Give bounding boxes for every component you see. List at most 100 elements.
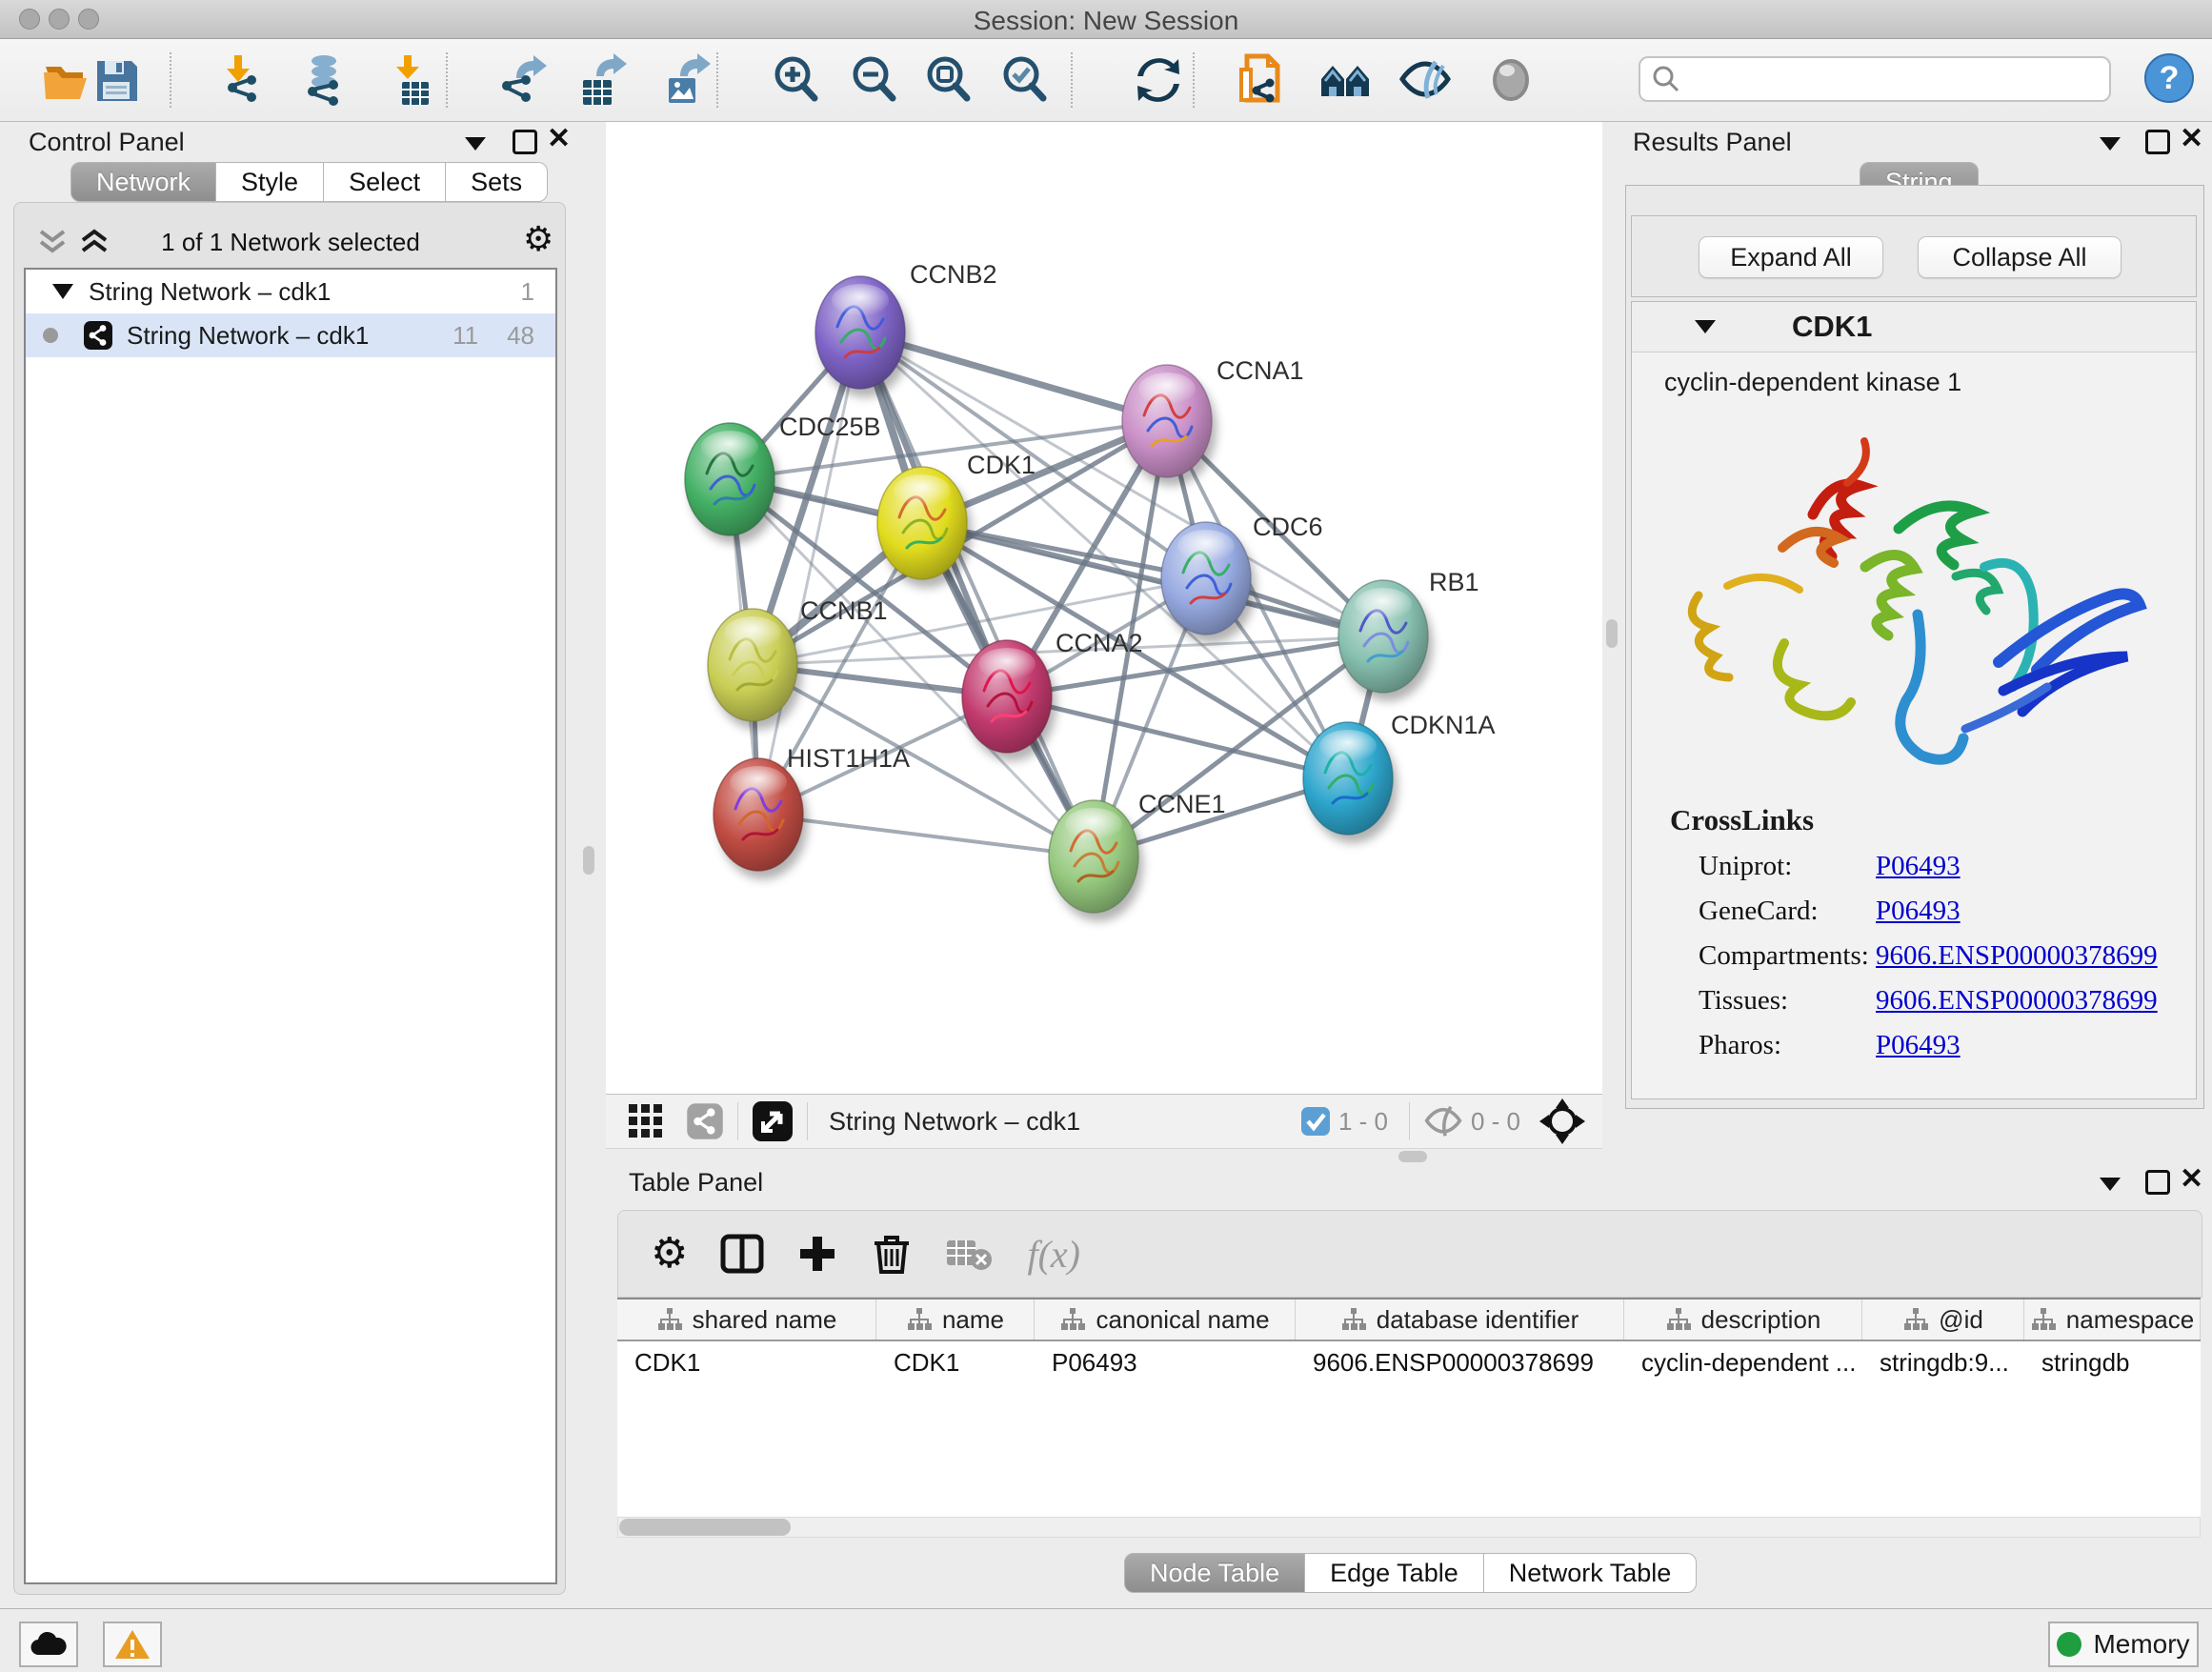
network-node-ccnb2[interactable]: CCNB2 <box>815 260 997 397</box>
float-panel-icon[interactable] <box>465 137 486 151</box>
tab-sets[interactable]: Sets <box>446 162 548 202</box>
column-header-namespace[interactable]: namespace <box>2024 1299 2201 1340</box>
table-options-gear-icon[interactable]: ⚙ <box>651 1233 688 1275</box>
search-field[interactable] <box>1639 56 2111 102</box>
export-network-icon[interactable] <box>495 50 553 110</box>
table-horizontal-scrollbar[interactable] <box>617 1517 2201 1538</box>
table-cell[interactable]: 9606.ENSP00000378699 <box>1296 1341 1624 1383</box>
tab-node-table[interactable]: Node Table <box>1124 1553 1305 1593</box>
network-canvas[interactable]: CCNB2CCNA1CDC25BCDK1CDC6RB1CCNB1CCNA2CDK… <box>606 122 1602 1094</box>
table-cell[interactable]: stringdb <box>2024 1341 2201 1383</box>
network-node-cdc6[interactable]: CDC6 <box>1161 513 1323 643</box>
column-header-description[interactable]: description <box>1624 1299 1862 1340</box>
table-row[interactable]: CDK1CDK1P064939606.ENSP00000378699cyclin… <box>617 1341 2201 1383</box>
table-cell[interactable]: P06493 <box>1035 1341 1296 1383</box>
eye-slash-icon[interactable] <box>1397 50 1454 110</box>
float-panel-icon[interactable] <box>2100 137 2121 151</box>
selected-checkbox-icon[interactable] <box>1300 1106 1331 1137</box>
memory-button[interactable]: Memory <box>2048 1622 2199 1667</box>
grid-view-icon[interactable] <box>627 1102 665 1140</box>
import-network-file-icon[interactable] <box>217 50 274 110</box>
hidden-eye-icon[interactable] <box>1423 1105 1463 1138</box>
vertical-splitter-handle[interactable] <box>583 846 594 875</box>
maximize-panel-icon[interactable] <box>513 130 537 154</box>
string-home-icon[interactable] <box>1317 50 1374 110</box>
tab-network[interactable]: Network <box>70 162 216 202</box>
collapse-all-button[interactable]: Collapse All <box>1918 236 2122 278</box>
table-cell[interactable]: cyclin-dependent ... <box>1624 1341 1862 1383</box>
tab-style[interactable]: Style <box>216 162 324 202</box>
glass-ball-icon[interactable] <box>1482 50 1539 110</box>
table-cell[interactable]: CDK1 <box>617 1341 876 1383</box>
close-panel-icon[interactable]: ✕ <box>2180 122 2203 155</box>
float-panel-icon[interactable] <box>2100 1178 2121 1191</box>
tab-edge-table[interactable]: Edge Table <box>1305 1553 1484 1593</box>
crosslink-link[interactable]: 9606.ENSP00000378699 <box>1876 985 2158 1017</box>
network-node-ccnb1[interactable]: CCNB1 <box>708 596 888 730</box>
table-scrollbar-thumb[interactable] <box>619 1519 791 1536</box>
zoom-in-icon[interactable] <box>768 50 825 110</box>
document-share-icon[interactable] <box>1235 50 1292 110</box>
table-cell[interactable]: CDK1 <box>876 1341 1035 1383</box>
expand-all-chevron-icon[interactable] <box>79 228 121 256</box>
network-view-icon[interactable] <box>686 1102 724 1140</box>
network-collection-row[interactable]: String Network – cdk1 1 <box>26 270 555 313</box>
collection-expand-icon[interactable] <box>52 284 73 299</box>
vertical-splitter-handle[interactable] <box>1606 619 1618 648</box>
network-node-ccne1[interactable]: CCNE1 <box>1049 790 1226 921</box>
crosslink-link[interactable]: 9606.ENSP00000378699 <box>1876 940 2158 972</box>
export-table-icon[interactable] <box>573 50 631 110</box>
network-options-gear-icon[interactable]: ⚙ <box>523 222 553 256</box>
network-edge[interactable] <box>758 332 860 815</box>
zoom-out-icon[interactable] <box>846 50 903 110</box>
column-header-name[interactable]: name <box>876 1299 1035 1340</box>
maximize-panel-icon[interactable] <box>2145 130 2170 154</box>
collapse-all-chevron-icon[interactable] <box>37 228 79 256</box>
network-node-cdc25b[interactable]: CDC25B <box>685 413 881 544</box>
column-header-shared-name[interactable]: shared name <box>617 1299 876 1340</box>
crosslink-link[interactable]: P06493 <box>1876 1030 1961 1061</box>
column-header-canonical-name[interactable]: canonical name <box>1035 1299 1296 1340</box>
network-node-ccna2[interactable]: CCNA2 <box>962 629 1143 761</box>
refresh-icon[interactable] <box>1130 50 1187 110</box>
close-panel-icon[interactable]: ✕ <box>547 122 571 155</box>
add-column-icon[interactable] <box>796 1233 838 1275</box>
export-image-icon[interactable] <box>657 50 714 110</box>
save-session-icon[interactable] <box>88 50 145 110</box>
crosslink-link[interactable]: P06493 <box>1876 851 1961 882</box>
cloud-button[interactable] <box>19 1622 78 1667</box>
delete-column-icon[interactable] <box>871 1232 913 1276</box>
help-icon[interactable]: ? <box>2143 52 2195 104</box>
network-node-rb1[interactable]: RB1 <box>1338 568 1479 701</box>
column-header-@id[interactable]: @id <box>1862 1299 2024 1340</box>
network-node-hist1h1a[interactable]: HIST1H1A <box>714 744 910 879</box>
column-header-database-identifier[interactable]: database identifier <box>1296 1299 1624 1340</box>
warnings-button[interactable] <box>103 1622 162 1667</box>
delete-table-icon[interactable] <box>945 1235 995 1273</box>
function-builder-icon[interactable]: f(x) <box>1027 1232 1080 1277</box>
network-edge[interactable] <box>860 332 1094 856</box>
network-edge[interactable] <box>758 815 1094 856</box>
birds-eye-view-icon[interactable] <box>752 1100 794 1142</box>
cdk1-section-header[interactable]: CDK1 <box>1632 302 2196 353</box>
network-row[interactable]: String Network – cdk1 11 48 <box>26 313 555 357</box>
tab-network-table[interactable]: Network Table <box>1484 1553 1698 1593</box>
horizontal-splitter-handle[interactable] <box>1398 1151 1427 1162</box>
close-panel-icon[interactable]: ✕ <box>2180 1162 2203 1196</box>
crosslink-link[interactable]: P06493 <box>1876 896 1961 927</box>
tab-select[interactable]: Select <box>324 162 446 202</box>
import-table-icon[interactable] <box>387 50 444 110</box>
search-input[interactable] <box>1692 64 2109 95</box>
table-cell[interactable]: stringdb:9... <box>1862 1341 2024 1383</box>
zoom-fit-icon[interactable] <box>920 50 977 110</box>
open-session-icon[interactable] <box>38 50 95 110</box>
network-node-cdkn1a[interactable]: CDKN1A <box>1303 711 1496 843</box>
network-node-cdk1[interactable]: CDK1 <box>877 451 1036 588</box>
expand-all-button[interactable]: Expand All <box>1699 236 1883 278</box>
show-columns-icon[interactable] <box>720 1232 764 1276</box>
cdk1-collapse-icon[interactable] <box>1695 320 1716 333</box>
center-view-icon[interactable] <box>1538 1097 1587 1146</box>
maximize-panel-icon[interactable] <box>2145 1170 2170 1195</box>
zoom-selected-icon[interactable] <box>996 50 1054 110</box>
import-network-database-icon[interactable] <box>297 50 354 110</box>
